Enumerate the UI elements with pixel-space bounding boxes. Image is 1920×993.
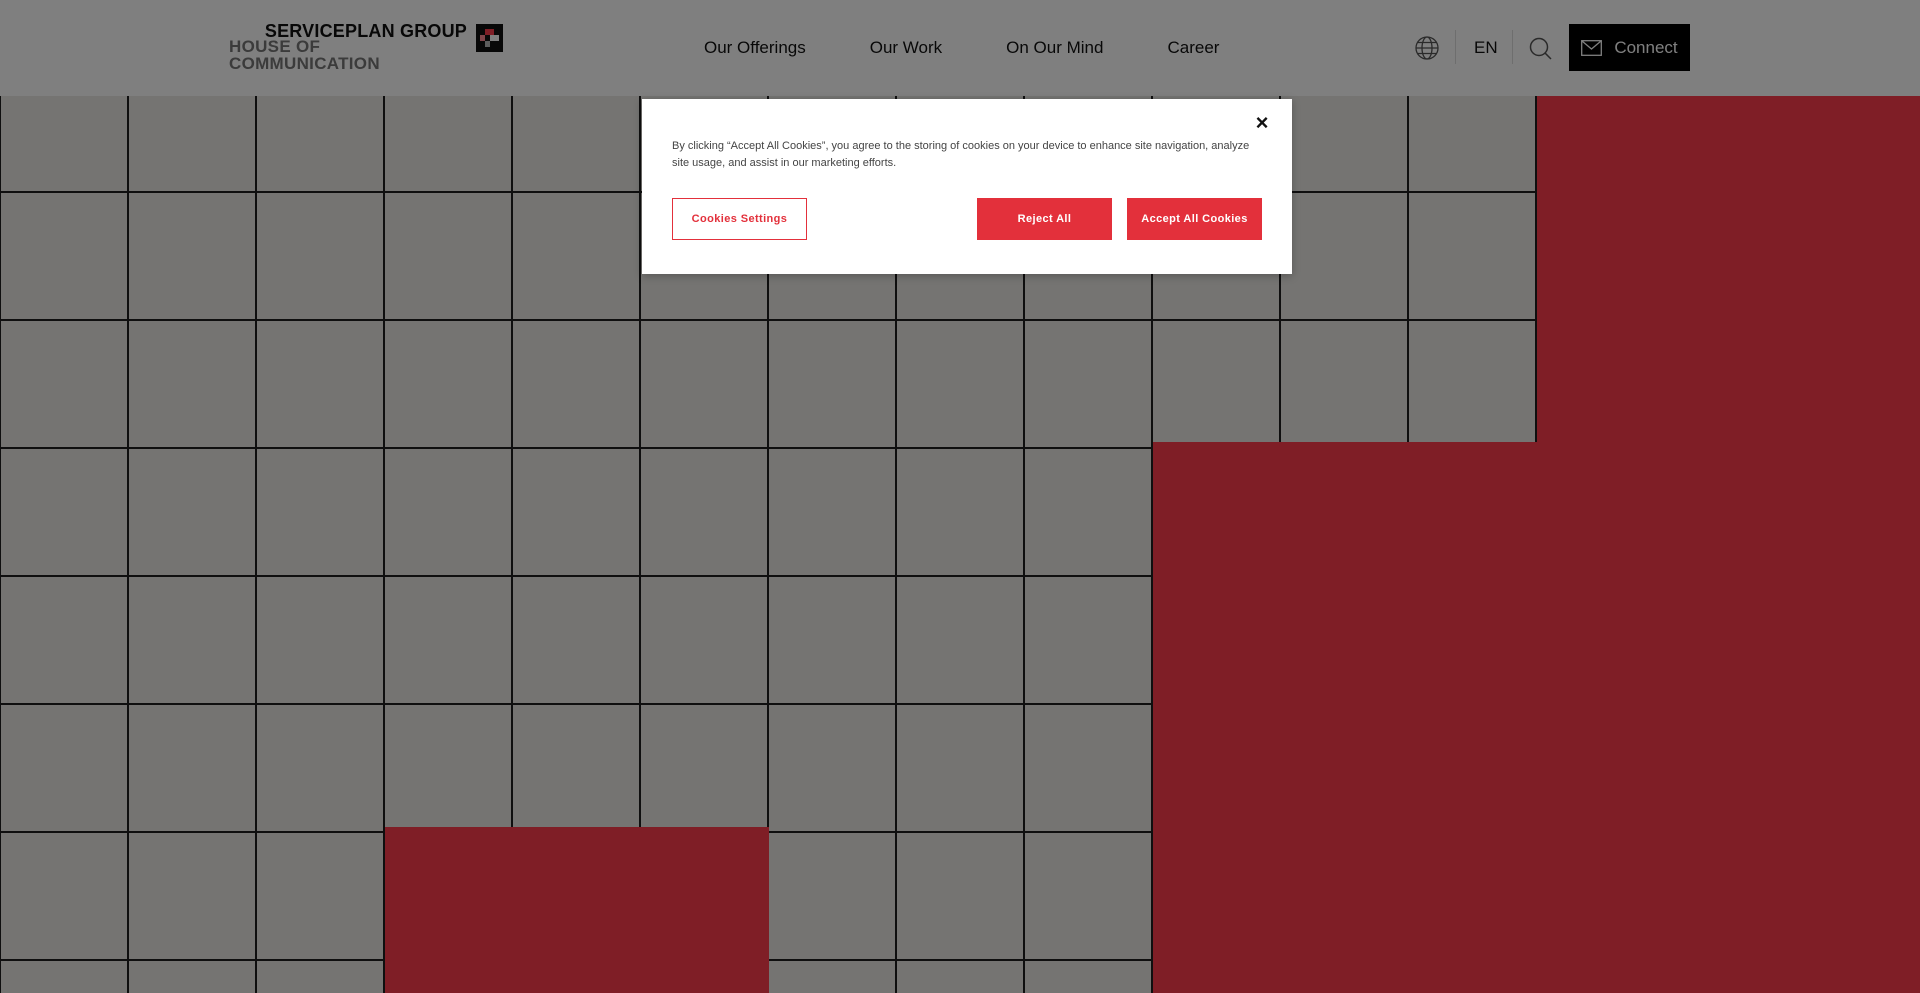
reject-all-button[interactable]: Reject All [977,198,1112,240]
cookies-settings-button[interactable]: Cookies Settings [672,198,807,240]
accept-all-cookies-button[interactable]: Accept All Cookies [1127,198,1262,240]
cookie-consent-dialog: × By clicking “Accept All Cookies”, you … [642,99,1292,274]
cookie-consent-text: By clicking “Accept All Cookies”, you ag… [672,140,1250,169]
close-icon[interactable]: × [1250,111,1274,135]
